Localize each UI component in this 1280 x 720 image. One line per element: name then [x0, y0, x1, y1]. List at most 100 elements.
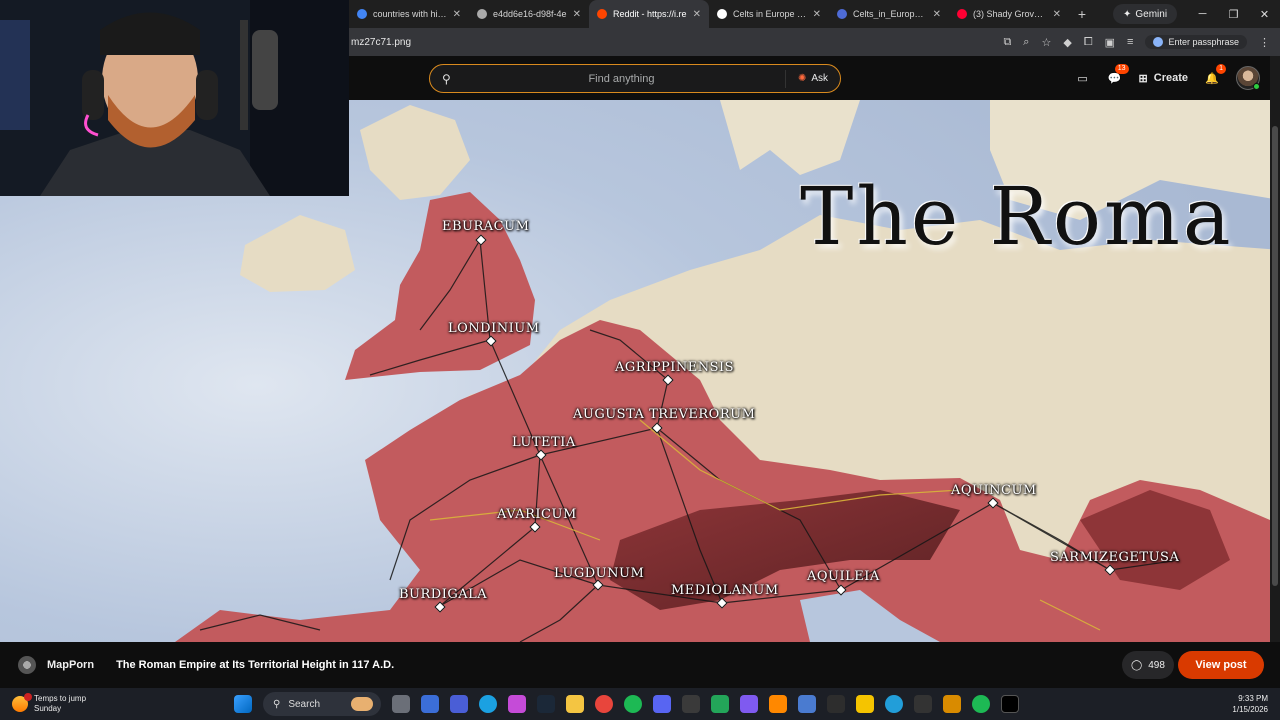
weather-widget[interactable]: Temps to jump Sunday — [12, 693, 87, 714]
tab-label: e4dd6e16-d98f-4e — [493, 9, 567, 19]
close-icon[interactable]: ✕ — [813, 9, 821, 20]
url-field[interactable]: mz27c71.png — [349, 37, 1003, 48]
steam-icon[interactable] — [537, 695, 555, 713]
epic-icon[interactable] — [827, 695, 845, 713]
weather-icon — [12, 693, 32, 712]
search-bar[interactable]: ⚲ Find anything ✺ Ask — [429, 64, 841, 93]
app-icon[interactable] — [798, 695, 816, 713]
webcam-overlay — [0, 0, 349, 196]
image-icon — [837, 9, 847, 19]
taskbar-search[interactable]: ⚲ Search — [263, 692, 381, 716]
browser-tab[interactable]: (3) Shady Grove (tr ✕ — [949, 0, 1069, 28]
tab-search-icon[interactable]: ▣ — [1105, 36, 1115, 49]
tab-label: countries with high — [373, 9, 447, 19]
browser-tab-strip: countries with high ✕ e4dd6e16-d98f-4e ✕… — [349, 0, 1280, 28]
close-icon[interactable]: ✕ — [1053, 9, 1061, 20]
minimize-icon[interactable]: ─ — [1187, 8, 1218, 21]
new-tab-button[interactable]: + — [1069, 6, 1095, 22]
profile-icon — [1153, 37, 1164, 47]
city-label: AUGUSTA TREVERORUM — [573, 407, 756, 422]
youtube-icon — [957, 9, 967, 19]
plus-icon: ⊞ — [1138, 72, 1148, 85]
puzzle-icon[interactable]: ⧠ — [1084, 36, 1093, 49]
app-icon[interactable] — [943, 695, 961, 713]
system-clock[interactable]: 9:33 PM 1/15/2026 — [1232, 693, 1268, 715]
passphrase-button[interactable]: Enter passphrase — [1145, 35, 1247, 49]
vlc-icon[interactable] — [769, 695, 787, 713]
reddit-header: ⚲ Find anything ✺ Ask ▭ 💬 13 ⊞ Create 🔔 1 — [349, 56, 1270, 100]
store-icon[interactable] — [421, 695, 439, 713]
ads-icon[interactable]: ▭ — [1075, 70, 1091, 86]
city-label: EBURACUM — [442, 219, 530, 234]
close-icon[interactable]: ✕ — [573, 9, 581, 20]
close-icon[interactable]: ✕ — [453, 9, 461, 20]
install-icon[interactable]: ⧉ — [1003, 36, 1011, 49]
wikipedia-icon — [717, 9, 727, 19]
windows-start-icon[interactable] — [234, 695, 252, 713]
chrome-icon[interactable] — [595, 695, 613, 713]
city-label: BURDIGALA — [399, 587, 488, 602]
taskbar-search-label: Search — [288, 698, 321, 710]
scrollbar[interactable] — [1270, 56, 1280, 642]
copilot-icon[interactable] — [508, 695, 526, 713]
browser-tab[interactable]: e4dd6e16-d98f-4e ✕ — [469, 0, 589, 28]
file-explorer-icon[interactable] — [566, 695, 584, 713]
browser-tab[interactable]: Celts in Europe - Co ✕ — [709, 0, 829, 28]
toolbar-icons: ⧉ ⌕ ☆ ◆ ⧠ ▣ ≡ Enter passphrase ⋮ — [1003, 35, 1280, 49]
screen: The Roma EBURACUM LONDINIUM AGRIPPINENSI… — [0, 0, 1280, 720]
subreddit-icon[interactable] — [18, 656, 36, 674]
view-post-button[interactable]: View post — [1178, 651, 1264, 679]
browser-tab[interactable]: Celts_in_Europe.pn ✕ — [829, 0, 949, 28]
create-label: Create — [1153, 72, 1188, 84]
reading-list-icon[interactable]: ≡ — [1127, 36, 1133, 48]
notification-badge: 1 — [1216, 64, 1226, 74]
app-icon[interactable] — [711, 695, 729, 713]
chat-icon[interactable]: 💬 13 — [1107, 64, 1129, 86]
extension-icon[interactable]: ◆ — [1063, 36, 1071, 49]
app-icon[interactable] — [682, 695, 700, 713]
edge-icon[interactable] — [479, 695, 497, 713]
close-icon[interactable]: ✕ — [933, 9, 941, 20]
comments-button[interactable]: ◯ 498 — [1122, 651, 1174, 679]
app-icon[interactable] — [914, 695, 932, 713]
subreddit-name[interactable]: MapPorn — [47, 659, 94, 671]
sparkle-icon: ✦ — [1123, 8, 1132, 20]
close-icon[interactable]: ✕ — [693, 9, 701, 20]
search-icon: ⚲ — [442, 71, 451, 86]
app-icon[interactable] — [450, 695, 468, 713]
telegram-icon[interactable] — [885, 695, 903, 713]
answers-icon: ✺ — [797, 73, 807, 84]
taskbar-icons: ⚲ Search — [234, 692, 1019, 716]
ask-button[interactable]: ✺ Ask — [784, 69, 840, 88]
reddit-icon — [597, 9, 607, 19]
weather-line1: Temps to jump — [34, 694, 87, 703]
x-icon[interactable] — [1001, 695, 1019, 713]
city-label: AGRIPPINENSIS — [615, 360, 735, 375]
weather-line2: Sunday — [34, 704, 62, 713]
app-icon[interactable] — [740, 695, 758, 713]
create-button[interactable]: ⊞ Create — [1139, 72, 1188, 85]
close-window-icon[interactable]: ✕ — [1249, 8, 1280, 21]
city-label: LUTETIA — [512, 435, 576, 450]
browser-tab[interactable]: countries with high ✕ — [349, 0, 469, 28]
gemini-label: Gemini — [1135, 8, 1168, 20]
gemini-button[interactable]: ✦ Gemini — [1113, 4, 1178, 24]
online-indicator — [1253, 83, 1260, 90]
browser-tab-active[interactable]: Reddit - https://i.re ✕ — [589, 0, 709, 28]
menu-kebab-icon[interactable]: ⋮ — [1259, 36, 1270, 49]
header-actions: ▭ 💬 13 ⊞ Create 🔔 1 — [1075, 64, 1260, 90]
task-view-icon[interactable] — [392, 695, 410, 713]
search-input[interactable]: Find anything — [458, 73, 785, 85]
app-icon[interactable] — [856, 695, 874, 713]
bell-icon[interactable]: 🔔 1 — [1204, 64, 1226, 86]
bookmark-star-icon[interactable]: ☆ — [1041, 36, 1051, 49]
spotify-icon[interactable] — [624, 695, 642, 713]
zoom-icon[interactable]: ⌕ — [1023, 36, 1029, 49]
avatar[interactable] — [1236, 66, 1260, 90]
spotify-icon[interactable] — [972, 695, 990, 713]
discord-icon[interactable] — [653, 695, 671, 713]
scrollbar-thumb[interactable] — [1272, 126, 1278, 586]
tab-label: Reddit - https://i.re — [613, 9, 687, 19]
restore-icon[interactable]: ❐ — [1218, 8, 1249, 21]
tab-label: Celts in Europe - Co — [733, 9, 807, 19]
